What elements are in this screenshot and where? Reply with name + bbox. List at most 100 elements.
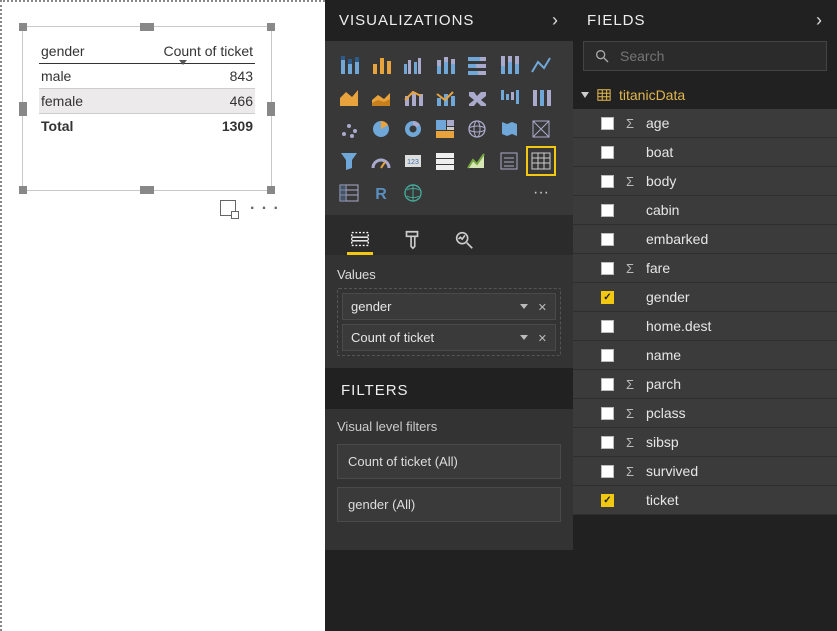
field-ticket[interactable]: Σticket <box>573 486 837 515</box>
viz-ribbon2[interactable] <box>527 83 555 111</box>
resize-handle[interactable] <box>267 186 275 194</box>
viz-scatter[interactable] <box>335 115 363 143</box>
field-embarked[interactable]: Σembarked <box>573 225 837 254</box>
field-parch[interactable]: Σparch <box>573 370 837 399</box>
search-input[interactable] <box>620 48 816 64</box>
checkbox[interactable] <box>601 436 614 449</box>
viz-table[interactable] <box>527 147 555 175</box>
viz-100-col[interactable] <box>495 51 523 79</box>
resize-handle[interactable] <box>140 186 154 194</box>
viz-line[interactable] <box>527 51 555 79</box>
resize-handle[interactable] <box>19 23 27 31</box>
viz-r-visual[interactable]: R <box>367 179 395 207</box>
checkbox[interactable] <box>601 465 614 478</box>
checkbox[interactable] <box>601 494 614 507</box>
resize-handle[interactable] <box>19 186 27 194</box>
viz-slicer[interactable] <box>495 147 523 175</box>
field-cabin[interactable]: Σcabin <box>573 196 837 225</box>
field-age[interactable]: Σage <box>573 109 837 138</box>
chevron-right-icon[interactable]: › <box>816 10 823 31</box>
resize-handle[interactable] <box>140 23 154 31</box>
focus-mode-icon[interactable] <box>220 200 236 216</box>
tab-fields[interactable] <box>347 225 373 255</box>
field-body[interactable]: Σbody <box>573 167 837 196</box>
chevron-right-icon[interactable]: › <box>552 10 559 31</box>
viz-treemap[interactable] <box>431 115 459 143</box>
viz-waterfall[interactable] <box>495 83 523 111</box>
viz-filled-map[interactable] <box>495 115 523 143</box>
resize-handle[interactable] <box>267 102 275 116</box>
fields-header[interactable]: FIELDS › <box>573 0 837 41</box>
table-row[interactable]: male843 <box>39 64 255 89</box>
checkbox[interactable] <box>601 378 614 391</box>
viz-funnel[interactable] <box>335 147 363 175</box>
viz-combo1[interactable] <box>399 83 427 111</box>
field-pclass[interactable]: Σpclass <box>573 399 837 428</box>
viz-card[interactable]: 123 <box>399 147 427 175</box>
tab-analytics[interactable] <box>451 225 477 255</box>
resize-handle[interactable] <box>267 23 275 31</box>
field-well[interactable]: Count of ticket <box>342 324 556 351</box>
col-header-count[interactable]: Count of ticket <box>112 39 255 64</box>
checkbox[interactable] <box>601 204 614 217</box>
more-options-icon[interactable] <box>250 200 280 218</box>
viz-clustered-col[interactable] <box>399 51 427 79</box>
report-canvas[interactable]: gender Count of ticket male843female466T… <box>0 0 325 631</box>
checkbox[interactable] <box>601 146 614 159</box>
field-name[interactable]: Σname <box>573 341 837 370</box>
viz-matrix[interactable] <box>335 179 363 207</box>
table-node[interactable]: titanicData <box>573 81 837 109</box>
checkbox[interactable] <box>601 407 614 420</box>
viz-donut[interactable] <box>399 115 427 143</box>
chevron-down-icon[interactable] <box>520 304 528 309</box>
checkbox[interactable] <box>601 320 614 333</box>
tab-format[interactable] <box>399 225 425 255</box>
visualizations-header[interactable]: VISUALIZATIONS › <box>325 0 573 41</box>
remove-icon[interactable] <box>538 299 547 314</box>
values-wellbox[interactable]: gender Count of ticket <box>337 288 561 356</box>
viz-area[interactable] <box>335 83 363 111</box>
table-visual[interactable]: gender Count of ticket male843female466T… <box>22 26 272 191</box>
viz-combo2[interactable] <box>431 83 459 111</box>
field-home-dest[interactable]: Σhome.dest <box>573 312 837 341</box>
viz-shape-map[interactable] <box>527 115 555 143</box>
viz-kpi[interactable] <box>463 147 491 175</box>
checkbox[interactable] <box>601 117 614 130</box>
svg-text:123: 123 <box>407 159 419 166</box>
resize-handle[interactable] <box>19 102 27 116</box>
viz-arcgis[interactable] <box>399 179 427 207</box>
chevron-down-icon[interactable] <box>520 335 528 340</box>
viz-stacked-bar[interactable] <box>335 51 363 79</box>
table-row[interactable]: female466 <box>39 89 255 114</box>
checkbox[interactable] <box>601 262 614 275</box>
checkbox[interactable] <box>601 175 614 188</box>
viz-column[interactable] <box>367 51 395 79</box>
expand-icon[interactable] <box>581 92 589 98</box>
field-gender[interactable]: Σgender <box>573 283 837 312</box>
viz-gauge[interactable] <box>367 147 395 175</box>
field-well[interactable]: gender <box>342 293 556 320</box>
field-fare[interactable]: Σfare <box>573 254 837 283</box>
viz-100-bar[interactable] <box>463 51 491 79</box>
viz-map[interactable] <box>463 115 491 143</box>
checkbox[interactable] <box>601 233 614 246</box>
filter-card[interactable]: Count of ticket (All) <box>337 444 561 479</box>
checkbox[interactable] <box>601 291 614 304</box>
import-custom-visual[interactable]: ··· <box>527 179 555 207</box>
remove-icon[interactable] <box>538 330 547 345</box>
viz-stacked-area[interactable] <box>367 83 395 111</box>
filter-card[interactable]: gender (All) <box>337 487 561 522</box>
viz-multi-card[interactable] <box>431 147 459 175</box>
viz-pie[interactable] <box>367 115 395 143</box>
col-header-gender[interactable]: gender <box>39 39 112 64</box>
viz-ribbon[interactable] <box>463 83 491 111</box>
field-boat[interactable]: Σboat <box>573 138 837 167</box>
checkbox[interactable] <box>601 349 614 362</box>
fields-tree: titanicData ΣageΣboatΣbodyΣcabinΣembarke… <box>573 79 837 517</box>
field-sibsp[interactable]: Σsibsp <box>573 428 837 457</box>
viz-stacked-col[interactable] <box>431 51 459 79</box>
filters-header[interactable]: FILTERS <box>325 368 573 409</box>
fields-search[interactable] <box>583 41 827 71</box>
field-survived[interactable]: Σsurvived <box>573 457 837 486</box>
sigma-icon: Σ <box>624 377 636 392</box>
